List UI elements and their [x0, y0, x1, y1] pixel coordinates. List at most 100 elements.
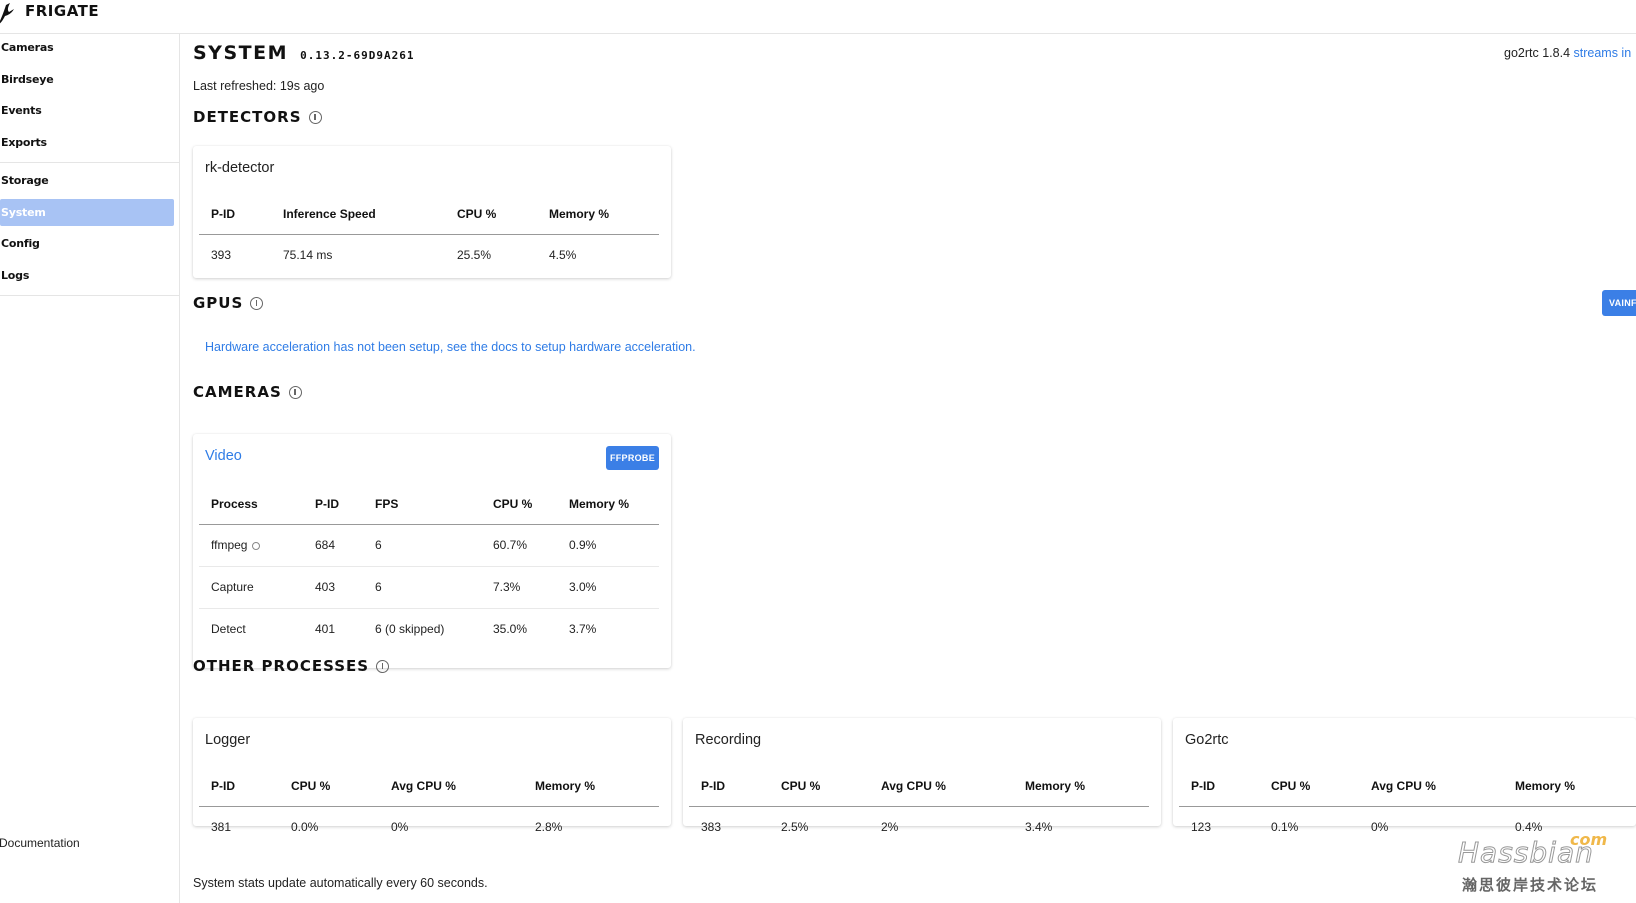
table-cell: 6	[363, 566, 481, 609]
table-cell: 381	[211, 820, 232, 835]
column-header: P-ID	[689, 766, 769, 807]
column-header: Avg CPU %	[869, 766, 1013, 807]
table-row: ffmpeg 684 6 60.7% 0.9%	[199, 524, 659, 567]
table-cell: 401	[315, 622, 336, 637]
ffprobe-button[interactable]: FFPROBE	[606, 446, 659, 470]
go2rtc-version: go2rtc 1.8.4	[1504, 46, 1571, 60]
process-card-go2rtc: Go2rtc P-ID CPU % Avg CPU % Memory % 123…	[1173, 718, 1636, 834]
column-header: Memory %	[523, 766, 659, 807]
column-header: CPU %	[279, 766, 379, 807]
table-cell: 684	[303, 524, 363, 567]
column-header: Avg CPU %	[379, 766, 523, 807]
sidebar-item-exports[interactable]: Exports	[0, 129, 174, 156]
table-cell: ffmpeg	[199, 524, 303, 567]
column-header: P-ID	[303, 484, 363, 525]
table-row: 383 2.5% 2% 3.4%	[689, 806, 1149, 848]
cameras-heading: CAMERAS	[193, 383, 302, 401]
table-cell: 2.8%	[535, 820, 563, 835]
gpus-title: GPUS	[193, 294, 244, 312]
table-row: 393 75.14 ms 25.5% 4.5%	[199, 234, 659, 276]
cameras-title: CAMERAS	[193, 383, 282, 401]
table-cell: 0.0%	[291, 820, 319, 835]
table-cell: 75.14 ms	[283, 248, 333, 263]
process-card-logger: Logger P-ID CPU % Avg CPU % Memory % 381…	[193, 718, 671, 834]
table-cell: 403	[303, 566, 363, 609]
column-header: Memory %	[1503, 766, 1636, 807]
detectors-title: DETECTORS	[193, 108, 302, 126]
table-cell: 383	[701, 820, 722, 835]
detector-name: rk-detector	[205, 160, 275, 176]
table-cell: 0.1%	[1271, 820, 1299, 835]
page-title: SYSTEM 0.13.2-69D9A261	[193, 42, 414, 64]
gpus-heading: GPUS	[193, 294, 264, 312]
table-cell: 3.7%	[569, 622, 597, 637]
table-cell: 2.5%	[781, 820, 809, 835]
other-processes-heading: OTHER PROCESSES	[193, 657, 390, 675]
process-table: P-ID CPU % Avg CPU % Memory % 383 2.5% 2…	[689, 766, 1149, 848]
column-header: Process	[199, 484, 303, 525]
sidebar-divider	[0, 162, 180, 163]
gpu-message-link[interactable]: Hardware acceleration has not been setup…	[205, 340, 696, 354]
sidebar-documentation-link[interactable]: Documentation	[0, 836, 80, 850]
column-header: P-ID	[199, 766, 279, 807]
table-cell: 4.5%	[549, 248, 577, 263]
column-header: Avg CPU %	[1359, 766, 1503, 807]
column-header: CPU %	[445, 194, 537, 235]
process-card-recording: Recording P-ID CPU % Avg CPU % Memory % …	[683, 718, 1161, 834]
info-icon[interactable]	[308, 110, 322, 124]
sidebar-item-storage[interactable]: Storage	[0, 167, 174, 194]
process-name: Recording	[695, 732, 762, 748]
table-row: 381 0.0% 0% 2.8%	[199, 806, 659, 848]
table-cell: 393	[211, 248, 232, 263]
detector-table: P-ID Inference Speed CPU % Memory % 393 …	[199, 194, 659, 276]
table-cell: 6	[363, 524, 481, 567]
info-icon[interactable]	[252, 541, 261, 550]
sidebar-item-events[interactable]: Events	[0, 97, 174, 124]
camera-name-link[interactable]: Video	[205, 448, 242, 464]
info-icon[interactable]	[250, 296, 264, 310]
column-header: P-ID	[199, 194, 271, 235]
column-header: CPU %	[1259, 766, 1359, 807]
table-cell: 25.5%	[457, 248, 492, 263]
info-icon[interactable]	[376, 659, 390, 673]
frigate-logo-icon[interactable]	[0, 1, 20, 27]
last-refreshed: Last refreshed: 19s ago	[193, 79, 325, 93]
table-cell: 3.4%	[1025, 820, 1053, 835]
detectors-heading: DETECTORS	[193, 108, 322, 126]
table-row: Detect 401 6 (0 skipped) 35.0% 3.7%	[199, 608, 659, 650]
table-cell: 60.7%	[481, 524, 557, 567]
camera-card: Video FFPROBE Process P-ID FPS CPU % Mem…	[193, 434, 671, 668]
table-cell: 123	[1191, 820, 1212, 835]
column-header: Memory %	[1013, 766, 1149, 807]
table-cell: 35.0%	[493, 622, 528, 637]
table-cell: 3.0%	[557, 566, 659, 609]
go2rtc-streams-link[interactable]: streams in	[1574, 46, 1632, 60]
info-icon[interactable]	[288, 385, 302, 399]
sidebar-divider	[0, 295, 180, 296]
table-row: Capture 403 6 7.3% 3.0%	[199, 566, 659, 609]
sidebar-item-config[interactable]: Config	[0, 230, 174, 257]
column-header: Memory %	[557, 484, 659, 525]
table-cell: Detect	[211, 622, 246, 637]
sidebar-item-cameras[interactable]: Cameras	[0, 34, 174, 61]
column-header: Inference Speed	[271, 194, 445, 235]
column-header: FPS	[363, 484, 481, 525]
app-name[interactable]: FRIGATE	[25, 2, 99, 20]
table-cell: 0.9%	[557, 524, 659, 567]
column-header: CPU %	[481, 484, 557, 525]
vainfo-button[interactable]: VAINF	[1602, 290, 1636, 316]
table-cell: 7.3%	[481, 566, 557, 609]
sidebar-item-birdseye[interactable]: Birdseye	[0, 66, 174, 93]
sidebar: Cameras Birdseye Events Exports Storage …	[0, 34, 180, 903]
detector-card: rk-detector P-ID Inference Speed CPU % M…	[193, 146, 671, 278]
watermark-com: com	[1570, 830, 1608, 849]
process-name: Go2rtc	[1185, 732, 1229, 748]
table-cell: 6 (0 skipped)	[375, 622, 445, 637]
sidebar-item-system[interactable]: System	[0, 199, 174, 226]
process-name: Logger	[205, 732, 251, 748]
process-name: ffmpeg	[211, 538, 248, 552]
top-bar: FRIGATE	[0, 0, 1636, 34]
watermark: Hassbian com 瀚思彼岸技术论坛	[1458, 830, 1628, 898]
sidebar-item-logs[interactable]: Logs	[0, 262, 174, 289]
camera-table: Process P-ID FPS CPU % Memory % ffmpeg 6…	[199, 484, 659, 650]
